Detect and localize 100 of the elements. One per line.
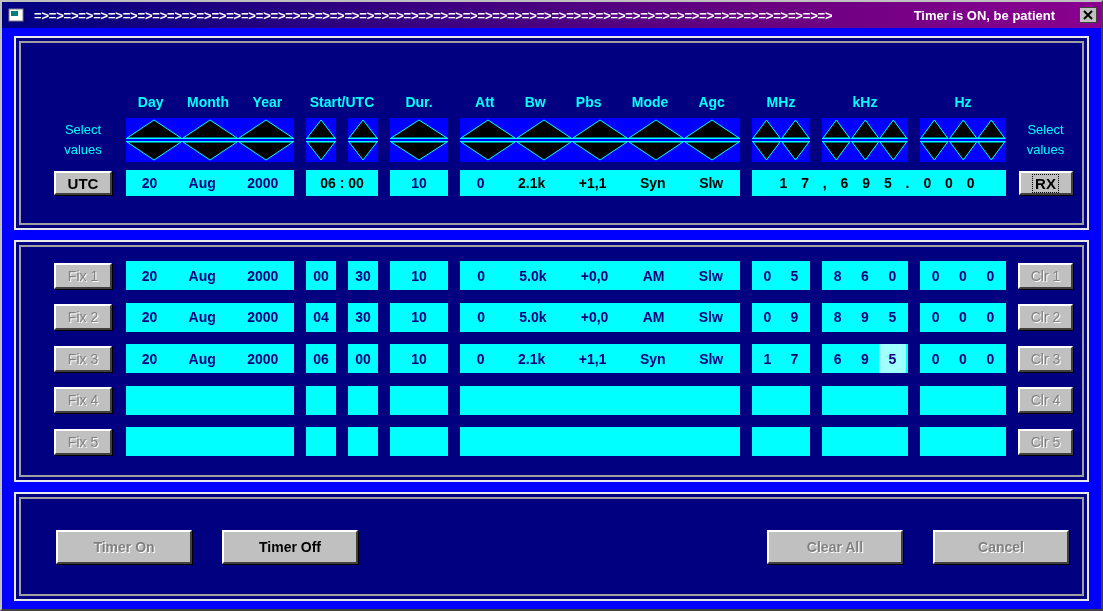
day-value: 20 xyxy=(141,267,158,284)
digit-text: 0 xyxy=(958,266,968,286)
month-label: Month xyxy=(187,94,230,110)
att-label: Att xyxy=(475,94,495,110)
spin-control[interactable] xyxy=(948,118,978,162)
date-field[interactable]: 20 Aug 2000 xyxy=(126,170,294,196)
hz-field[interactable] xyxy=(920,427,1006,456)
khz-field[interactable] xyxy=(822,385,908,415)
digit-text: 0 xyxy=(958,308,968,327)
mode-value: Syn xyxy=(639,350,666,367)
spin-control[interactable] xyxy=(879,118,908,162)
digit-text: 5 xyxy=(789,266,800,286)
passband-value: +1,1 xyxy=(578,175,607,191)
attenuation-value: 0 xyxy=(476,175,485,191)
settings-field[interactable]: 0 2.1k +1,1 Syn Slw xyxy=(460,170,740,196)
date-field[interactable] xyxy=(126,385,294,415)
mhz-field[interactable] xyxy=(752,385,810,415)
settings-field[interactable] xyxy=(460,385,740,415)
digit-text: 0 xyxy=(930,266,941,286)
digit-text: 0 xyxy=(958,349,968,369)
month-value: Aug xyxy=(188,175,216,191)
mode-label: Mode xyxy=(631,94,669,110)
year-value: 2000 xyxy=(247,267,279,284)
digit-text: 0 xyxy=(887,266,898,286)
spin-control[interactable] xyxy=(126,118,182,162)
close-icon[interactable] xyxy=(1079,7,1097,23)
spin-control[interactable] xyxy=(781,118,810,162)
passband-value: +0,0 xyxy=(580,309,609,325)
window-icon xyxy=(8,8,24,22)
pbs-label: Pbs xyxy=(575,94,602,110)
spin-control[interactable] xyxy=(572,118,628,162)
spin-control[interactable] xyxy=(850,118,880,162)
hour-field[interactable] xyxy=(306,385,336,415)
digit-text: 7 xyxy=(789,349,800,369)
digit-text: 0 xyxy=(930,308,941,327)
digit-text: 0 xyxy=(930,349,941,369)
spin-control[interactable] xyxy=(822,118,851,162)
digit-text: 0 xyxy=(762,266,773,286)
year-label: Year xyxy=(252,94,283,110)
spin-control[interactable] xyxy=(628,118,684,162)
utc-button[interactable]: UTC xyxy=(54,171,112,195)
minute-field[interactable] xyxy=(348,427,378,456)
mhz-label: MHz xyxy=(766,94,796,110)
spin-control[interactable] xyxy=(390,118,448,162)
spin-control[interactable] xyxy=(460,118,516,162)
date-field[interactable] xyxy=(126,427,294,456)
digit-text: 0 xyxy=(985,266,996,286)
spin-control[interactable] xyxy=(182,118,238,162)
mhz-field[interactable] xyxy=(752,427,810,456)
bandwidth-value: 5.0k xyxy=(519,309,547,325)
duration-field[interactable] xyxy=(390,427,448,456)
month-value: Aug xyxy=(188,350,216,367)
digit-text: 8 xyxy=(832,308,843,327)
day-value: 20 xyxy=(141,175,158,191)
settings-field[interactable] xyxy=(460,427,740,456)
day-value: 20 xyxy=(141,309,158,325)
action-button[interactable]: Timer Off xyxy=(222,529,358,564)
duration-field[interactable] xyxy=(390,385,448,415)
frequency-field[interactable]: 1 7 , 6 9 5 . 0 0 0 xyxy=(752,170,1006,196)
hz-label: Hz xyxy=(954,94,972,110)
spin-control[interactable] xyxy=(348,118,378,162)
digit-text: 9 xyxy=(860,349,870,369)
agc-label: Agc xyxy=(698,94,725,110)
month-value: Aug xyxy=(188,309,216,325)
day-label: Day xyxy=(137,94,164,110)
month-value: Aug xyxy=(188,267,216,284)
spin-control[interactable] xyxy=(920,118,949,162)
bandwidth-value: 5.0k xyxy=(519,267,547,284)
duration-field[interactable]: 10 xyxy=(390,170,448,196)
spin-control[interactable] xyxy=(238,118,294,162)
passband-value: +1,1 xyxy=(578,350,607,367)
spin-control[interactable] xyxy=(684,118,740,162)
mode-value: AM xyxy=(642,309,665,325)
mode-value: AM xyxy=(642,267,665,284)
spin-control[interactable] xyxy=(977,118,1006,162)
hour-field[interactable] xyxy=(306,427,336,456)
bandwidth-value: 2.1k xyxy=(518,350,546,367)
bw-label: Bw xyxy=(524,94,546,110)
digit-text: 9 xyxy=(789,308,800,327)
digit-text: 1 xyxy=(762,349,773,369)
duration-label: Dur. xyxy=(405,94,433,110)
spin-control[interactable] xyxy=(306,118,336,162)
minute-field[interactable] xyxy=(348,385,378,415)
day-value: 20 xyxy=(141,350,158,367)
time-field[interactable]: 06 : 00 xyxy=(306,170,378,196)
window-title: Timer is ON, be patient xyxy=(913,7,1055,23)
year-value: 2000 xyxy=(247,175,279,191)
year-value: 2000 xyxy=(247,309,279,325)
attenuation-value: 0 xyxy=(477,309,485,325)
rx-button[interactable]: RX xyxy=(1018,171,1073,195)
hz-field[interactable] xyxy=(920,385,1006,415)
spin-control[interactable] xyxy=(516,118,572,162)
khz-field[interactable] xyxy=(822,427,908,456)
agc-value: Slw xyxy=(699,350,724,367)
digit-text: 8 xyxy=(832,266,843,286)
passband-value: +0,0 xyxy=(580,267,609,284)
agc-value: Slw xyxy=(698,309,723,325)
digit-text: 5 xyxy=(878,344,906,373)
mode-value: Syn xyxy=(639,175,666,191)
spin-control[interactable] xyxy=(752,118,781,162)
